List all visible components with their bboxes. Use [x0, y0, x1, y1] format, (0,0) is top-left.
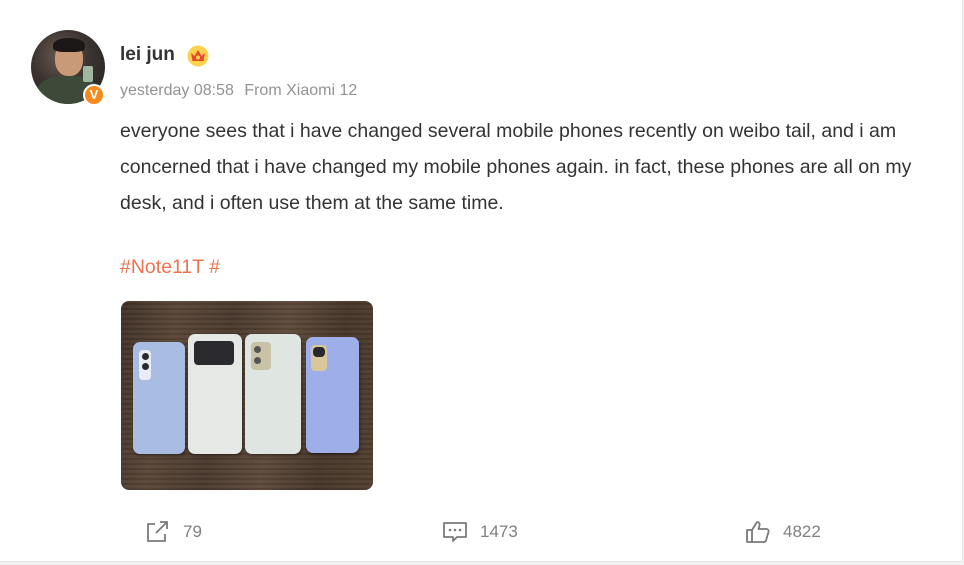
post-photo[interactable]: [121, 301, 373, 490]
photo-phone-4: [306, 337, 359, 453]
repost-button[interactable]: 79: [145, 520, 202, 544]
verified-badge-icon: V: [83, 84, 105, 106]
comment-icon: [443, 522, 467, 542]
photo-phone-1: [133, 342, 185, 454]
author-name[interactable]: lei jun: [120, 44, 175, 66]
post-source: From Xiaomi 12: [244, 82, 358, 99]
hashtag-link[interactable]: #Note11T #: [120, 256, 220, 279]
photo-phone-2: [188, 334, 242, 454]
avatar-hair: [53, 38, 85, 52]
repost-count: 79: [183, 522, 202, 541]
post-timestamp[interactable]: yesterday 08:58: [120, 82, 234, 99]
crown-icon[interactable]: [187, 45, 209, 67]
post-text: everyone sees that i have changed severa…: [120, 120, 912, 214]
like-button[interactable]: 4822: [745, 520, 821, 544]
thumbs-up-icon: [746, 521, 770, 543]
avatar-phone: [83, 66, 93, 82]
weibo-post-card: V lei jun yesterday 08:58 From Xiaomi 12…: [0, 0, 963, 562]
photo-phone-3: [245, 334, 301, 454]
comment-button[interactable]: 1473: [442, 520, 518, 544]
like-count: 4822: [783, 522, 821, 541]
comment-count: 1473: [480, 522, 518, 541]
share-icon: [147, 521, 168, 542]
post-meta: yesterday 08:58 From Xiaomi 12: [120, 82, 363, 100]
